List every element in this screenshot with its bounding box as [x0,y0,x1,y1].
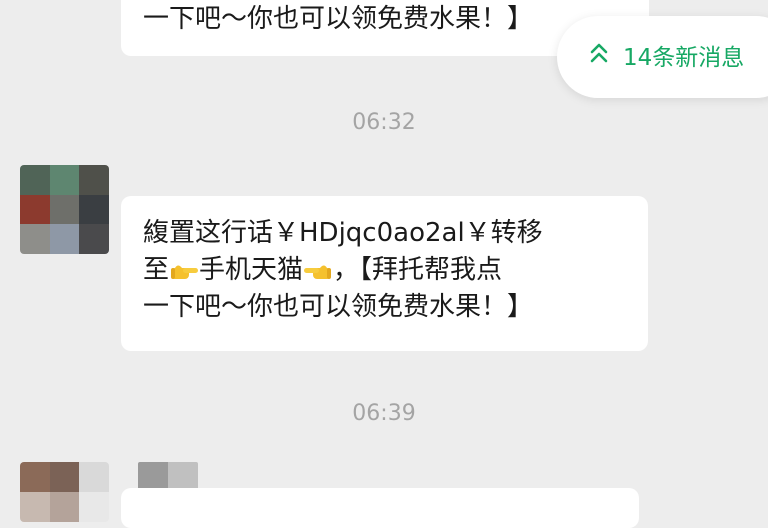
pixel-block [79,194,109,225]
pixel-block [20,165,50,195]
message-text-fragment: 手机天猫 [199,255,304,285]
new-messages-label: 14条新消息 [623,45,745,71]
message-bubble[interactable] [121,488,639,528]
pixel-block [20,462,50,492]
avatar[interactable] [20,165,109,254]
pixel-block [49,462,80,492]
pixel-block [20,224,50,254]
message-text-line: 至 手机天猫 ，【拜托帮我点 [143,252,626,289]
pixel-block [49,194,80,225]
message-text-fragment: ，【拜托帮我点 [333,255,503,285]
pixel-block [168,462,198,490]
pixel-block [79,224,109,254]
double-chevron-up-icon [590,43,608,63]
message-text-line: 一下吧～你也可以领免费水果！】 [143,292,534,322]
timestamp: 06:32 [352,110,416,135]
message-text: 一下吧～你也可以领免费水果！】 [143,4,534,34]
pixel-block [49,165,80,195]
message-text-fragment: 至 [143,255,170,285]
pixel-block [79,462,109,492]
sender-nickname-blurred [138,462,198,490]
new-messages-button[interactable]: 14条新消息 [557,16,768,98]
pixel-block [20,194,50,225]
message-bubble[interactable]: 緮置这行话￥HDjqc0ao2al￥转移 至 手机天猫 ，【拜托帮我点 一下吧～… [121,196,648,351]
pointing-left-hand-emoji [304,265,332,279]
pixel-block [49,224,80,254]
pixel-block [79,165,109,195]
pixel-block [79,492,109,522]
avatar[interactable] [20,462,109,522]
timestamp: 06:39 [352,401,416,426]
pixel-block [138,462,168,490]
pixel-block [49,492,80,522]
pointing-right-hand-emoji [171,265,199,279]
message-text-line: 緮置这行话￥HDjqc0ao2al￥转移 [143,218,543,248]
pixel-block [20,492,50,522]
